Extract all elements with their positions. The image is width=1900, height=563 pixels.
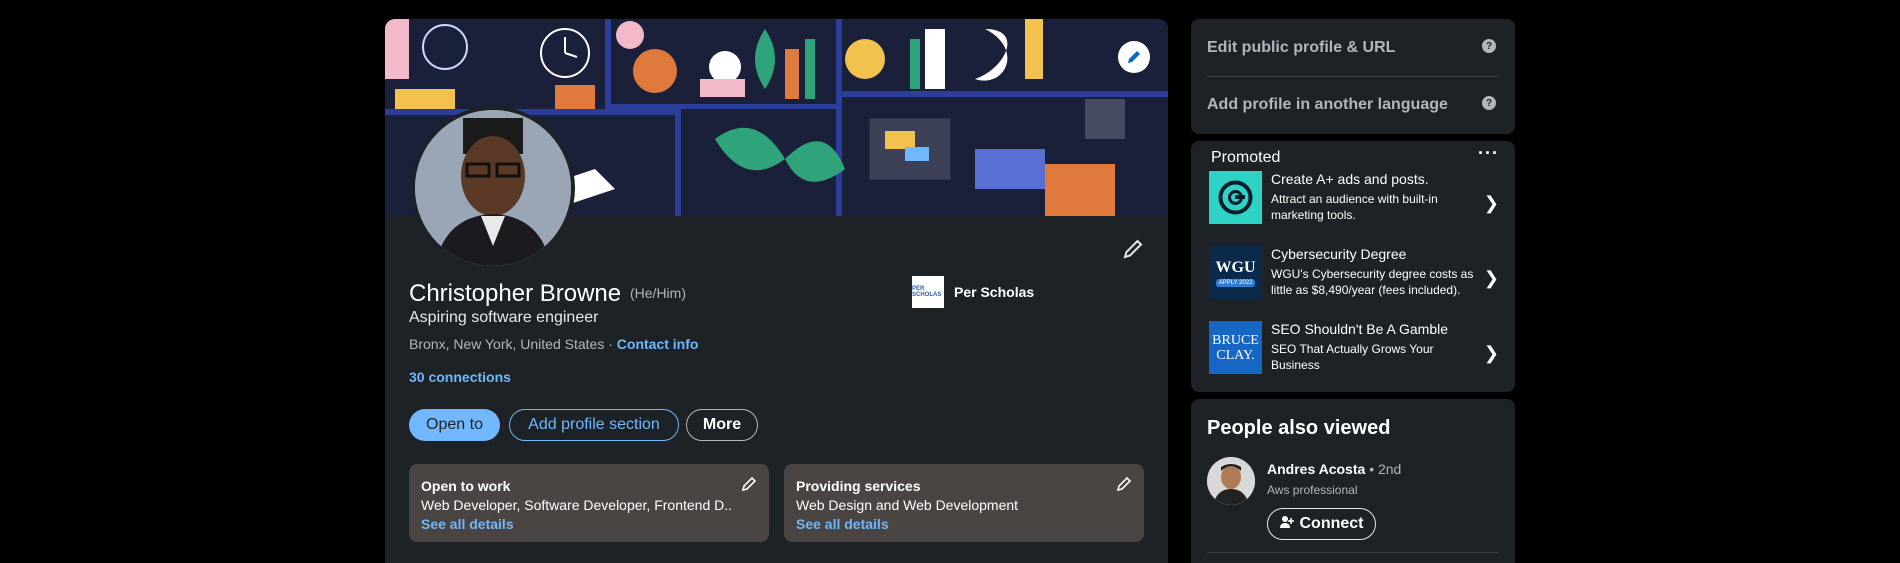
wix-style-g-logo-icon — [1218, 180, 1253, 215]
providing-services-description: Web Design and Web Development — [796, 497, 1019, 513]
pencil-icon — [1126, 49, 1142, 65]
add-profile-section-button[interactable]: Add profile section — [509, 409, 679, 441]
add-language-profile-link[interactable]: Add profile in another language — [1207, 96, 1497, 114]
open-to-work-title: Open to work — [421, 478, 511, 494]
promoted-card: Promoted ··· Create A+ ads and posts. At… — [1191, 141, 1515, 392]
person-name-text: Andres Acosta — [1267, 461, 1366, 477]
more-options-icon[interactable]: ··· — [1478, 143, 1499, 164]
location-separator: · — [608, 336, 613, 352]
ad-logo — [1209, 171, 1262, 224]
person-photo — [1207, 457, 1255, 505]
help-icon[interactable]: ? — [1482, 96, 1496, 110]
profile-headline: Aspiring software engineer — [409, 309, 599, 326]
wgu-logo-subtext: APPLY 2022 — [1215, 278, 1256, 287]
chevron-right-icon: ❯ — [1483, 193, 1499, 213]
profile-pronouns: (He/Him) — [630, 285, 686, 301]
wgu-logo-text: WGU — [1215, 258, 1256, 276]
people-also-viewed-title: People also viewed — [1207, 417, 1391, 439]
open-to-work-box: Open to work Web Developer, Software Dev… — [409, 464, 769, 542]
ad-logo: BRUCE CLAY. — [1209, 321, 1262, 374]
pencil-icon[interactable] — [1116, 476, 1132, 495]
person-name[interactable]: Andres Acosta • 2nd — [1267, 461, 1401, 477]
profile-card: Christopher Browne (He/Him) Aspiring sof… — [385, 19, 1168, 563]
person-headline: Aws professional — [1267, 483, 1358, 497]
ad-title: Create A+ ads and posts. — [1271, 171, 1429, 187]
profile-settings-card: Edit public profile & URL ? Add profile … — [1191, 19, 1515, 134]
profile-name: Christopher Browne — [409, 280, 622, 307]
more-button[interactable]: More — [686, 409, 758, 441]
connect-button[interactable]: Connect — [1267, 508, 1376, 540]
promoted-ad[interactable]: WGU APPLY 2022 Cybersecurity Degree WGU'… — [1209, 246, 1509, 299]
providing-services-box: Providing services Web Design and Web De… — [784, 464, 1144, 542]
bruce-clay-logo-line1: BRUCE — [1212, 332, 1259, 348]
open-to-work-description: Web Developer, Software Developer, Front… — [421, 497, 733, 513]
open-to-work-see-details-link[interactable]: See all details — [421, 516, 757, 532]
avatar[interactable] — [1207, 457, 1255, 505]
ad-logo: WGU APPLY 2022 — [1209, 246, 1262, 299]
profile-location: Bronx, New York, United States · Contact… — [409, 336, 698, 352]
company-logo: PER SCHOLAS — [912, 276, 944, 308]
promoted-ad[interactable]: Create A+ ads and posts. Attract an audi… — [1209, 171, 1509, 224]
profile-photo — [415, 110, 571, 266]
add-person-icon — [1279, 515, 1294, 534]
bruce-clay-logo-line2: CLAY. — [1216, 347, 1255, 363]
people-also-viewed-card: People also viewed Andres Acosta • 2nd A… — [1191, 399, 1515, 563]
location-text: Bronx, New York, United States — [409, 336, 605, 352]
ad-title: Cybersecurity Degree — [1271, 246, 1407, 262]
company-name: Per Scholas — [954, 284, 1035, 300]
current-company[interactable]: PER SCHOLAS Per Scholas — [912, 276, 1034, 308]
connections-link[interactable]: 30 connections — [409, 369, 511, 385]
open-to-button[interactable]: Open to — [409, 409, 500, 441]
promoted-label: Promoted — [1211, 149, 1281, 166]
chevron-right-icon: ❯ — [1483, 343, 1499, 363]
ad-title: SEO Shouldn't Be A Gamble — [1271, 321, 1449, 337]
edit-public-profile-link[interactable]: Edit public profile & URL — [1207, 39, 1497, 57]
pencil-icon[interactable] — [741, 476, 757, 495]
pencil-icon — [1122, 238, 1144, 265]
providing-services-title: Providing services — [796, 478, 921, 494]
promoted-ad[interactable]: BRUCE CLAY. SEO Shouldn't Be A Gamble SE… — [1209, 321, 1509, 374]
providing-services-see-details-link[interactable]: See all details — [796, 516, 1132, 532]
contact-info-link[interactable]: Contact info — [617, 336, 699, 352]
help-icon[interactable]: ? — [1482, 39, 1496, 53]
divider — [1207, 552, 1499, 553]
intro-edit-button[interactable] — [1117, 235, 1149, 267]
connect-label: Connect — [1299, 515, 1364, 532]
ad-description: Attract an audience with built-in market… — [1271, 192, 1438, 222]
chevron-right-icon: ❯ — [1483, 268, 1499, 288]
banner-edit-button[interactable] — [1118, 41, 1150, 73]
connection-degree: • 2nd — [1369, 461, 1402, 477]
ad-description: WGU's Cybersecurity degree costs as litt… — [1271, 267, 1474, 297]
ad-description: SEO That Actually Grows Your Business — [1271, 342, 1434, 372]
profile-avatar[interactable] — [411, 106, 575, 270]
divider — [1207, 76, 1499, 77]
